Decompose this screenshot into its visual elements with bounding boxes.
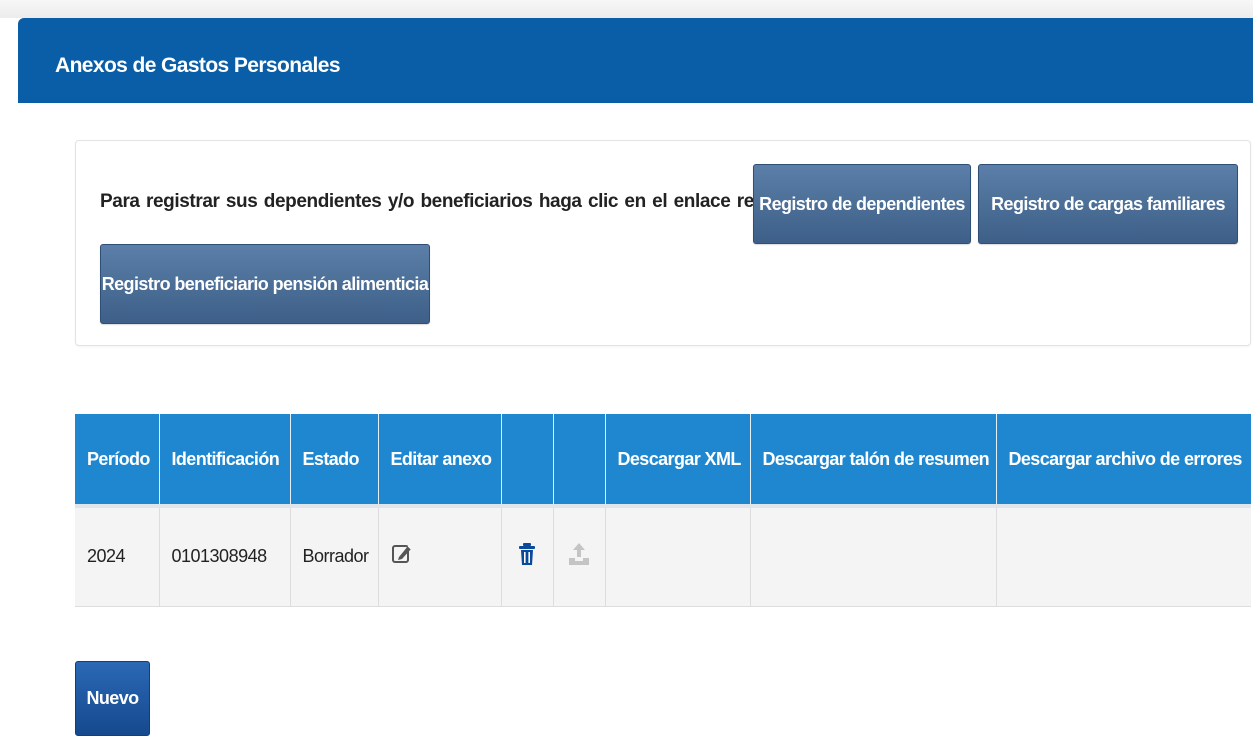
top-strip xyxy=(0,0,1253,18)
header-descargar-xml: Descargar XML xyxy=(605,414,751,508)
anexos-table-container: Período Identificación Estado Editar ane… xyxy=(75,414,1251,607)
info-text: Para registrar sus dependientes y/o bene… xyxy=(100,191,828,212)
trash-icon[interactable] xyxy=(518,542,536,571)
cell-periodo: 2024 xyxy=(75,506,160,607)
header-descargar-talon: Descargar talón de resumen xyxy=(750,414,997,508)
header-descargar-errores: Descargar archivo de errores xyxy=(996,414,1251,508)
header-upload xyxy=(553,414,606,508)
header-periodo: Período xyxy=(75,414,160,508)
page-title: Anexos de Gastos Personales xyxy=(55,54,341,77)
page-header: Anexos de Gastos Personales xyxy=(18,18,1253,103)
header-editar-anexo: Editar anexo xyxy=(378,414,502,508)
table-header-row: Período Identificación Estado Editar ane… xyxy=(75,414,1251,508)
upload-icon[interactable] xyxy=(568,542,590,571)
cell-descargar-xml xyxy=(605,506,751,607)
header-delete xyxy=(501,414,554,508)
registro-cargas-familiares-button[interactable]: Registro de cargas familiares xyxy=(978,164,1238,244)
cell-delete xyxy=(501,506,554,607)
cell-editar xyxy=(378,506,502,607)
cell-descargar-talon xyxy=(750,506,997,607)
info-panel: Para registrar sus dependientes y/o bene… xyxy=(75,140,1251,346)
nuevo-button[interactable]: Nuevo xyxy=(75,661,150,736)
edit-icon[interactable] xyxy=(391,543,413,570)
header-identificacion: Identificación xyxy=(159,414,291,508)
cell-identificacion: 0101308948 xyxy=(159,506,291,607)
cell-descargar-errores xyxy=(996,506,1251,607)
registro-pension-alimenticia-button[interactable]: Registro beneficiario pensión alimentici… xyxy=(100,244,430,324)
cell-upload xyxy=(553,506,606,607)
table-row: 2024 0101308948 Borrador xyxy=(75,506,1251,607)
anexos-table: Período Identificación Estado Editar ane… xyxy=(75,414,1251,607)
registro-dependientes-button[interactable]: Registro de dependientes xyxy=(753,164,971,244)
cell-estado: Borrador xyxy=(290,506,379,607)
header-estado: Estado xyxy=(290,414,379,508)
